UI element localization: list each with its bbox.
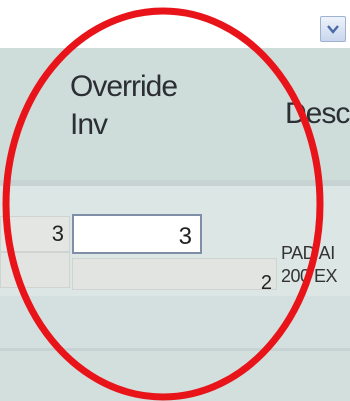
column-header-override-line2: Inv	[70, 108, 108, 141]
description-cell: PAD AI 200 EX	[281, 242, 338, 288]
current-inventory-cell: 3	[0, 216, 70, 252]
override-inventory-input[interactable]	[72, 214, 202, 254]
description-line1: PAD AI	[281, 243, 335, 263]
column-header-override-line1: Override	[70, 70, 178, 103]
dropdown-button[interactable]	[320, 16, 346, 42]
secondary-quantity-cell: 2	[72, 258, 277, 293]
select-field[interactable]	[0, 0, 350, 49]
column-header-description[interactable]: Desc	[285, 95, 350, 133]
table-footer	[0, 351, 350, 401]
current-inventory-cell-secondary	[0, 252, 70, 288]
chevron-down-icon	[327, 25, 339, 34]
table-row: 3 2 PAD AI 200 EX	[0, 186, 350, 296]
table-header: Override Inv Desc	[0, 48, 350, 180]
description-line2: 200 EX	[281, 266, 338, 286]
column-header-override-inv[interactable]: Override Inv	[70, 68, 230, 144]
